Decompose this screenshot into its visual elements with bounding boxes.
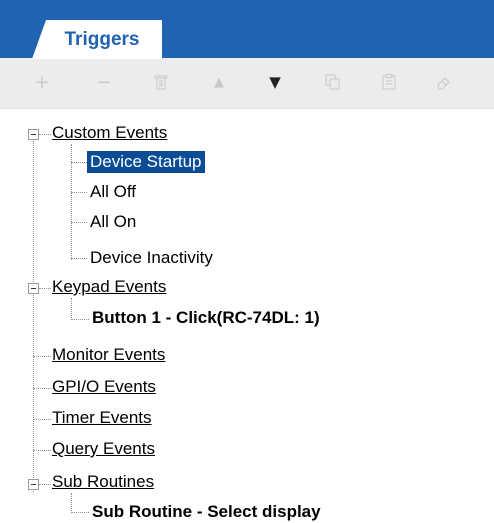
- tree-connector: [71, 258, 87, 259]
- eraser-icon[interactable]: [427, 66, 461, 98]
- tree-all-on[interactable]: All On: [90, 211, 136, 233]
- tree-guide-sub: [71, 493, 72, 513]
- collapse-icon[interactable]: [28, 129, 39, 140]
- triangle-up-icon[interactable]: ▲: [202, 66, 236, 98]
- triangle-down-icon[interactable]: ▼: [258, 66, 292, 98]
- tree-guide-root: [33, 137, 34, 492]
- copy-icon[interactable]: [316, 66, 350, 98]
- toolbar: + − ▲ ▼: [0, 58, 494, 109]
- tree-all-off[interactable]: All Off: [90, 181, 136, 203]
- collapse-icon[interactable]: [28, 283, 39, 294]
- tree-connector: [71, 512, 89, 513]
- tree-query-events[interactable]: Query Events: [52, 438, 155, 460]
- tree-sub-routine-select-display[interactable]: Sub Routine - Select display: [92, 501, 321, 523]
- clipboard-icon[interactable]: [372, 66, 406, 98]
- triggers-tree: Custom Events Device Startup All Off All…: [0, 108, 494, 523]
- tree-custom-events[interactable]: Custom Events: [52, 122, 167, 144]
- collapse-icon[interactable]: [28, 479, 39, 490]
- tree-connector: [33, 450, 51, 451]
- tree-device-inactivity[interactable]: Device Inactivity: [90, 247, 213, 269]
- tree-connector: [71, 319, 89, 320]
- tab-triggers[interactable]: Triggers: [32, 20, 162, 59]
- minus-icon[interactable]: −: [87, 66, 121, 98]
- tree-timer-events[interactable]: Timer Events: [52, 407, 152, 429]
- plus-icon[interactable]: +: [25, 66, 59, 98]
- tab-triggers-label: Triggers: [64, 28, 140, 50]
- tree-sub-routines[interactable]: Sub Routines: [52, 471, 154, 493]
- tree-connector: [71, 192, 87, 193]
- tree-connector: [39, 484, 51, 485]
- tree-guide-keypad: [71, 298, 72, 320]
- tree-connector: [39, 134, 51, 135]
- tree-connector: [71, 222, 87, 223]
- tree-device-startup[interactable]: Device Startup: [87, 151, 205, 173]
- tree-connector: [33, 356, 51, 357]
- tree-connector: [33, 419, 51, 420]
- tree-monitor-events[interactable]: Monitor Events: [52, 344, 165, 366]
- tree-gpio-events[interactable]: GPI/O Events: [52, 376, 156, 398]
- tree-connector: [39, 288, 51, 289]
- tree-connector: [71, 162, 87, 163]
- tree-button-1-click[interactable]: Button 1 - Click(RC-74DL: 1): [92, 307, 320, 329]
- trash-icon[interactable]: [144, 66, 178, 98]
- tree-keypad-events[interactable]: Keypad Events: [52, 276, 166, 298]
- tree-connector: [33, 388, 51, 389]
